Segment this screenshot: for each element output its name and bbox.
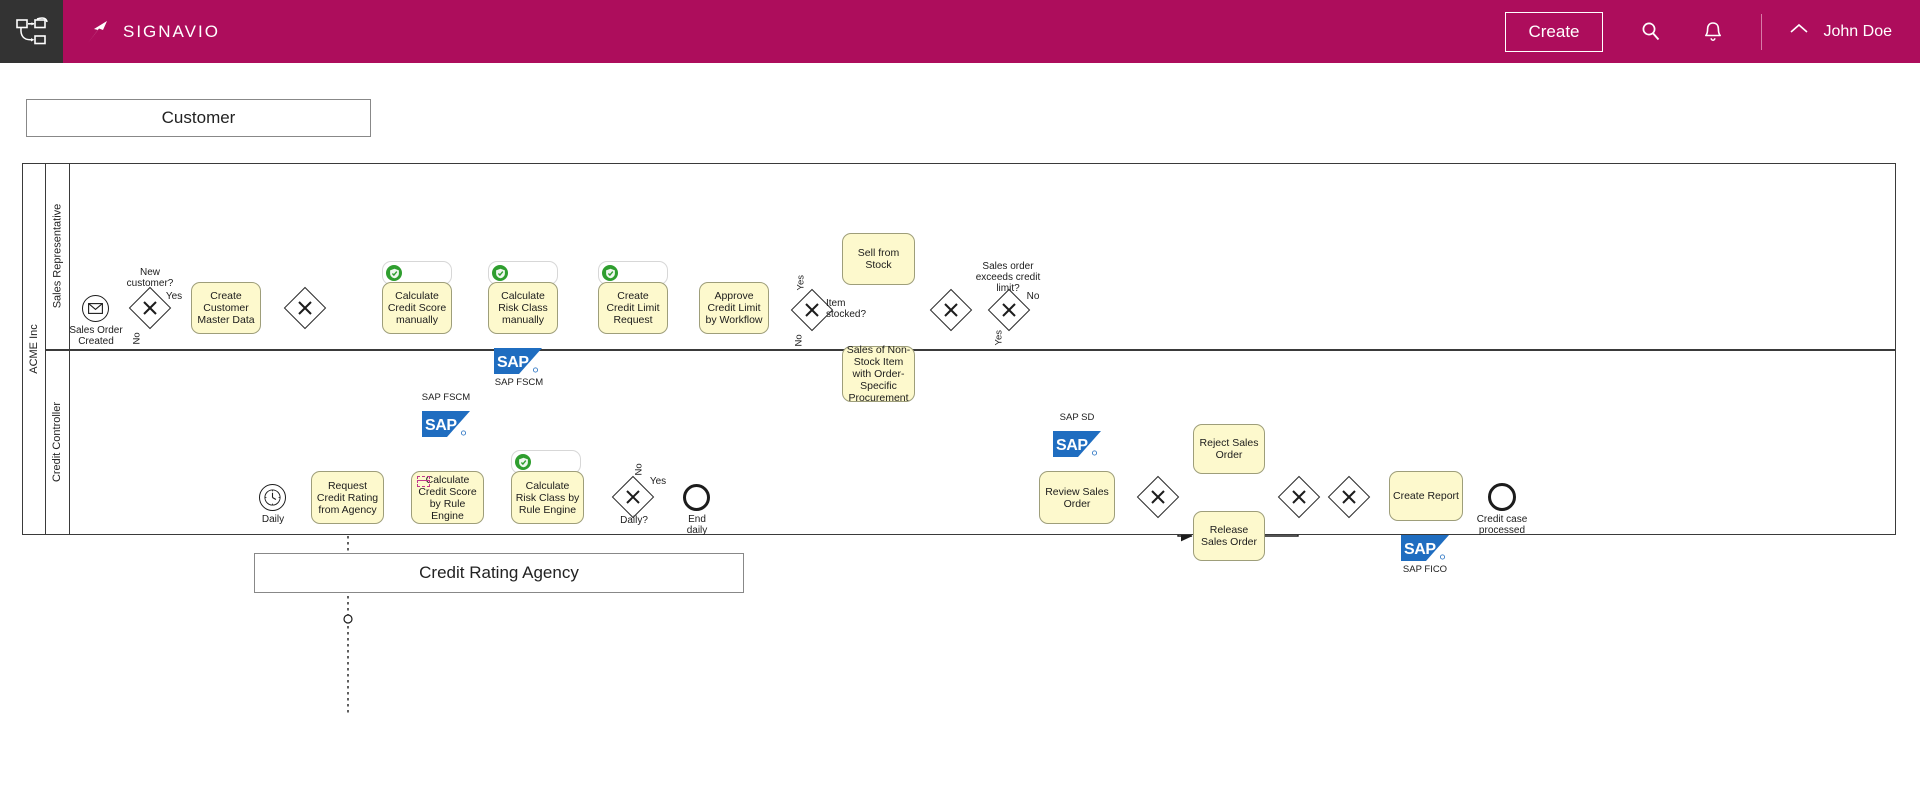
- sap-fscm-top-logo-icon: SAP: [494, 348, 542, 374]
- lane-sales-rep-label: Sales Representative: [51, 203, 64, 309]
- sap-fscm-bottom-caption: SAP FSCM: [421, 392, 471, 403]
- task-calculate-risk-class-manually[interactable]: Calculate Risk Class manually: [488, 282, 558, 334]
- lane-credit-controller-header: Credit Controller: [46, 349, 70, 535]
- approved-badge-icon: [492, 265, 508, 281]
- event-sales-order-created[interactable]: [82, 295, 109, 322]
- svg-text:SAP: SAP: [1056, 437, 1088, 454]
- event-sales-order-created-label: Sales Order Created: [69, 325, 123, 347]
- svg-text:SAP: SAP: [1404, 541, 1436, 558]
- event-end-daily[interactable]: [683, 484, 710, 511]
- svg-text:SAP: SAP: [425, 417, 457, 434]
- bell-icon[interactable]: [1699, 18, 1727, 46]
- gateway-exceeds-credit-limit-label: Sales order exceeds credit limit?: [975, 261, 1041, 294]
- event-daily-timer[interactable]: [259, 484, 286, 511]
- lane-separator: [46, 349, 1896, 351]
- task-label: Create Customer Master Data: [197, 290, 255, 326]
- sap-sd-logo-icon: SAP: [1053, 431, 1101, 457]
- sap-fscm-bottom-logo-icon: SAP: [422, 411, 470, 437]
- app-logo-box[interactable]: [0, 0, 63, 63]
- brand[interactable]: SIGNAVIO: [85, 19, 220, 45]
- task-label: Calculate Risk Class by Rule Engine: [515, 479, 580, 516]
- task-label: Release Sales Order: [1200, 524, 1258, 548]
- task-label: Reject Sales Order: [1199, 437, 1259, 461]
- event-credit-case-processed[interactable]: [1488, 483, 1516, 511]
- clock-icon: [264, 489, 281, 506]
- task-calculate-risk-class-by-rule-engine[interactable]: Calculate Risk Class by Rule Engine: [511, 471, 584, 524]
- task-label: Sell from Stock: [857, 247, 900, 271]
- task-label: Review Sales Order: [1045, 485, 1109, 510]
- pool-customer-label: Customer: [161, 108, 236, 127]
- bpmn-canvas[interactable]: Customer ACME Inc Sales Representative C…: [0, 63, 1920, 785]
- user-menu[interactable]: John Doe: [1788, 22, 1893, 41]
- task-reject-sales-order[interactable]: Reject Sales Order: [1193, 424, 1265, 474]
- approved-badge-icon: [515, 454, 531, 470]
- event-daily-label: Daily: [261, 514, 285, 525]
- brand-name: SIGNAVIO: [123, 21, 220, 41]
- task-label: Calculate Risk Class manually: [498, 290, 548, 326]
- pool-agency-label: Credit Rating Agency: [419, 563, 579, 582]
- pool-acme-label-band: ACME Inc: [22, 163, 46, 535]
- task-create-customer-master-data[interactable]: Create Customer Master Data: [191, 282, 261, 334]
- gateway-daily-label: Daily?: [620, 515, 648, 526]
- flow-label-yes-daily: Yes: [649, 476, 667, 487]
- header-divider: [1760, 13, 1762, 50]
- task-calculate-credit-score-manually[interactable]: Calculate Credit Score manually: [382, 282, 452, 334]
- flow-label-yes-new-customer: Yes: [165, 291, 183, 302]
- approved-badge-icon: [386, 265, 402, 281]
- sap-sd-caption: SAP SD: [1059, 412, 1095, 423]
- flow-label-no-item-stocked: No: [793, 334, 805, 347]
- chevron-up-icon: [1788, 22, 1810, 41]
- event-end-daily-label: End daily: [686, 514, 708, 536]
- flow-label-yes-exceeds-limit: Yes: [993, 330, 1005, 346]
- pool-acme-label: ACME Inc: [27, 324, 40, 374]
- task-sell-from-stock[interactable]: Sell from Stock: [842, 233, 915, 285]
- gateway-item-stocked-label: Item stocked?: [826, 298, 867, 320]
- pool-credit-rating-agency[interactable]: Credit Rating Agency: [254, 553, 744, 593]
- flow-label-yes-item-stocked: Yes: [795, 275, 807, 291]
- task-release-sales-order[interactable]: Release Sales Order: [1193, 511, 1265, 561]
- flow-label-no-exceeds-limit: No: [1026, 291, 1040, 302]
- task-request-credit-rating-from-agency[interactable]: Request Credit Rating from Agency: [311, 471, 384, 524]
- sap-fico-logo-icon: SAP: [1401, 535, 1449, 561]
- approved-badge-icon: [602, 265, 618, 281]
- lane-sales-rep-header: Sales Representative: [46, 163, 70, 349]
- gateway-new-customer-label: New customer?: [126, 267, 174, 289]
- task-review-sales-order[interactable]: Review Sales Order: [1039, 471, 1115, 524]
- envelope-icon: [88, 303, 103, 314]
- pool-customer[interactable]: Customer: [26, 99, 371, 137]
- event-credit-case-processed-label: Credit case processed: [1476, 514, 1528, 536]
- user-name: John Doe: [1823, 22, 1893, 40]
- svg-text:SAP: SAP: [497, 354, 529, 371]
- task-label: Sales of Non- Stock Item with Order-Spec…: [846, 344, 911, 404]
- task-approve-credit-limit-by-workflow[interactable]: Approve Credit Limit by Workflow: [699, 282, 769, 334]
- task-label: Approve Credit Limit by Workflow: [705, 290, 763, 326]
- app-header: SIGNAVIO Create John Doe: [0, 0, 1920, 63]
- business-rule-icon: [417, 476, 430, 487]
- sap-fico-caption: SAP FICO: [1402, 564, 1448, 575]
- task-label: Create Report: [1393, 490, 1459, 502]
- task-sales-of-non-stock-item[interactable]: Sales of Non- Stock Item with Order-Spec…: [842, 344, 915, 404]
- header-actions: Create John Doe: [1505, 0, 1920, 63]
- flow-label-no-daily: No: [633, 463, 645, 476]
- task-label: Create Credit Limit Request: [606, 290, 660, 326]
- search-icon[interactable]: [1637, 18, 1665, 46]
- task-label: Calculate Credit Score manually: [387, 290, 447, 326]
- flow-label-no-new-customer: No: [131, 332, 143, 345]
- create-button[interactable]: Create: [1505, 11, 1603, 52]
- lane-credit-controller-label: Credit Controller: [51, 401, 64, 483]
- task-create-credit-limit-request[interactable]: Create Credit Limit Request: [598, 282, 668, 334]
- process-flow-icon: [15, 16, 48, 44]
- task-label: Request Credit Rating from Agency: [316, 479, 379, 516]
- task-create-report[interactable]: Create Report: [1389, 471, 1463, 521]
- sap-fscm-top-caption: SAP FSCM: [494, 377, 544, 388]
- signavio-logo-icon: [88, 20, 107, 43]
